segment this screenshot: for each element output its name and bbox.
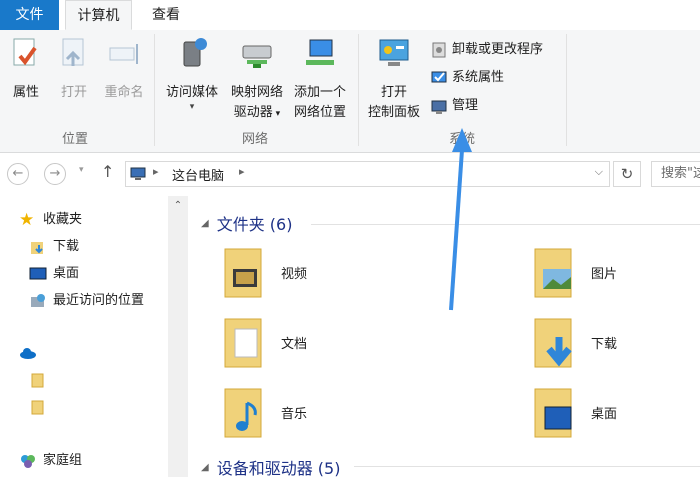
- annotation-arrow-overlay: [449, 128, 472, 311]
- annotation-arrow-head: [452, 128, 472, 152]
- annotation-arrow-shaft: [449, 149, 464, 311]
